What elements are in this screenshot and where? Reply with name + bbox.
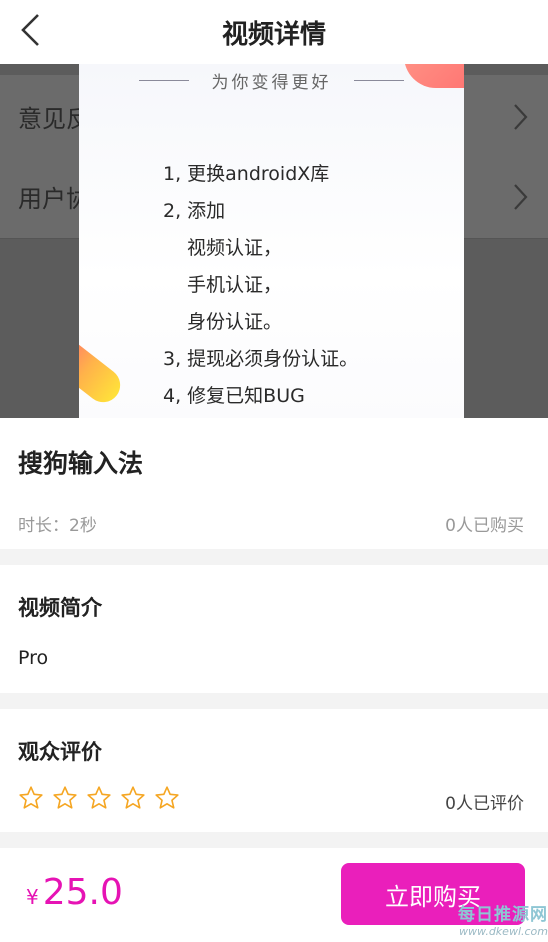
product-info: 搜狗输入法 时长：2秒 0人已购买 <box>0 418 548 549</box>
release-notes: 1, 更换androidX库 2, 添加 视频认证， 手机认证， 身份认证。 3… <box>163 156 358 415</box>
chevron-left-icon <box>21 14 39 46</box>
price-amount: 25.0 <box>42 872 123 913</box>
poster-slogan: 为你变得更好 <box>139 68 404 93</box>
star-icon[interactable] <box>154 785 180 811</box>
note-line: 2, 添加 <box>163 200 226 222</box>
back-button[interactable] <box>10 10 50 50</box>
intro-section: 视频简介 Pro <box>0 565 548 693</box>
star-icon[interactable] <box>18 785 44 811</box>
buyer-count: 0人已购买 <box>445 516 524 536</box>
video-player[interactable]: 意见反 用户协 为你变得更好 1, 更换androidX库 2, 添加 视频认证… <box>0 64 548 418</box>
price: ¥ 25.0 <box>26 872 123 913</box>
star-icon[interactable] <box>86 785 112 811</box>
page-title: 视频详情 <box>221 19 326 50</box>
note-line: 手机认证， <box>187 274 283 296</box>
note-line: 身份认证。 <box>187 311 283 333</box>
video-poster: 为你变得更好 1, 更换androidX库 2, 添加 视频认证， 手机认证， … <box>79 64 464 418</box>
note-line: 4, 修复已知BUG <box>163 385 305 407</box>
product-name: 搜狗输入法 <box>18 449 144 478</box>
duration-text: 时长：2秒 <box>18 516 97 536</box>
star-icon[interactable] <box>52 785 78 811</box>
note-line: 3, 提现必须身份认证。 <box>163 348 359 370</box>
star-rating[interactable] <box>18 785 180 811</box>
purchase-bar: ¥ 25.0 立即购买 <box>0 848 548 942</box>
reviews-title: 观众评价 <box>18 740 102 764</box>
intro-title: 视频简介 <box>18 596 102 620</box>
decor-blob <box>404 64 464 88</box>
note-line: 视频认证， <box>187 237 283 259</box>
chevron-right-icon <box>514 104 528 130</box>
top-bar: 视频详情 <box>0 0 548 64</box>
buy-now-button[interactable]: 立即购买 <box>341 863 525 925</box>
slogan-text: 为你变得更好 <box>211 73 332 93</box>
note-line: 1, 更换androidX库 <box>163 163 330 185</box>
currency-symbol: ¥ <box>26 885 39 909</box>
review-count: 0人已评价 <box>445 794 524 814</box>
chevron-right-icon <box>514 184 528 210</box>
intro-text: Pro <box>18 647 49 669</box>
decor-blob <box>79 332 127 410</box>
reviews-section: 观众评价 0人已评价 <box>0 709 548 832</box>
star-icon[interactable] <box>120 785 146 811</box>
